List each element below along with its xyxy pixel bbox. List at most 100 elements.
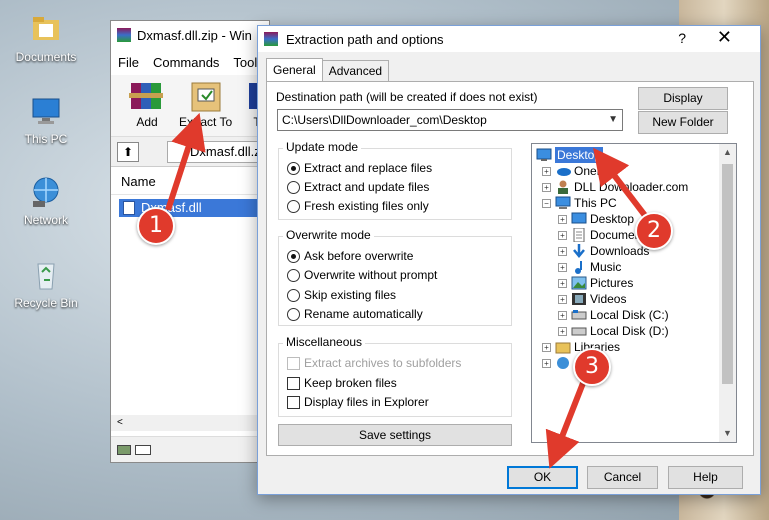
tree-item-downloads[interactable]: + Downloads: [558, 243, 649, 259]
archive-path-field[interactable]: Dxmasf.dll.z: [167, 141, 269, 163]
chevron-down-icon[interactable]: ▼: [608, 110, 618, 130]
radio-rename-automatically[interactable]: Rename automatically: [287, 306, 423, 322]
expand-icon[interactable]: +: [542, 166, 551, 176]
checkbox-display-explorer[interactable]: Display files in Explorer: [287, 394, 429, 410]
desktop-icon-documents[interactable]: Documents: [6, 12, 86, 64]
radio-ask-before[interactable]: Ask before overwrite: [287, 248, 413, 264]
desktop-icon: [571, 212, 587, 226]
tree-vertical-scrollbar[interactable]: ▲ ▼: [719, 144, 736, 442]
close-icon[interactable]: ✕: [717, 27, 732, 48]
save-settings-button[interactable]: Save settings: [278, 424, 512, 446]
scroll-thumb[interactable]: [722, 164, 733, 384]
help-icon[interactable]: ?: [678, 30, 686, 46]
radio-unselected[interactable]: [287, 180, 300, 194]
expand-icon[interactable]: +: [542, 182, 551, 192]
checkbox[interactable]: [287, 376, 300, 390]
expand-icon[interactable]: +: [558, 246, 567, 256]
tree-item-videos[interactable]: + Videos: [558, 291, 626, 307]
radio-overwrite-without-prompt[interactable]: Overwrite without prompt: [287, 267, 437, 283]
checkbox[interactable]: [287, 395, 300, 409]
scroll-up-icon[interactable]: ▲: [719, 144, 736, 161]
option-label: Extract and replace files: [304, 161, 433, 175]
folder-tree[interactable]: Desktop + OneD + DLL Downloader.com − Th…: [531, 143, 737, 443]
download-arrow-icon: [571, 244, 587, 258]
expand-icon[interactable]: +: [542, 358, 551, 368]
winrar-titlebar[interactable]: Dxmasf.dll.zip - Win: [111, 21, 269, 49]
tree-item-desktop-root[interactable]: Desktop: [536, 147, 604, 163]
radio-unselected[interactable]: [287, 199, 300, 213]
radio-unselected[interactable]: [287, 288, 300, 302]
tree-item-this-pc[interactable]: − This PC: [542, 195, 617, 211]
up-folder-button[interactable]: ⬆: [117, 142, 139, 162]
destination-path-combo[interactable]: C:\Users\DllDownloader_com\Desktop ▼: [277, 109, 623, 131]
expand-icon[interactable]: +: [558, 214, 567, 224]
expand-icon[interactable]: +: [558, 278, 567, 288]
extract-to-label: Extract To: [179, 115, 233, 129]
update-mode-title: Update mode: [283, 140, 362, 154]
hard-drive-icon: [571, 308, 587, 322]
horizontal-scrollbar[interactable]: <: [111, 415, 269, 431]
tree-item-music[interactable]: + Music: [558, 259, 621, 275]
column-header-name[interactable]: Name: [111, 169, 269, 195]
tree-item-desktop[interactable]: + Desktop: [558, 211, 634, 227]
expand-icon[interactable]: +: [558, 262, 567, 272]
ok-button[interactable]: OK: [507, 466, 578, 489]
desktop-icon-this-pc[interactable]: This PC: [6, 94, 86, 146]
extract-folder-icon: [184, 79, 228, 113]
step-badge-2: 2: [635, 212, 673, 250]
menu-commands[interactable]: Commands: [146, 55, 226, 70]
user-icon: [555, 180, 571, 194]
radio-extract-update[interactable]: Extract and update files: [287, 179, 429, 195]
expand-icon[interactable]: +: [558, 310, 567, 320]
radio-selected[interactable]: [287, 161, 300, 175]
libraries-icon: [555, 340, 571, 354]
tab-general[interactable]: General: [266, 58, 323, 82]
radio-skip-existing[interactable]: Skip existing files: [287, 287, 396, 303]
archive-books-icon: [125, 79, 169, 113]
checkbox-extract-subfolders: Extract archives to subfolders: [287, 355, 461, 371]
radio-extract-replace[interactable]: Extract and replace files: [287, 160, 432, 176]
dialog-titlebar[interactable]: Extraction path and options ? ✕: [258, 26, 760, 52]
display-button[interactable]: Display: [638, 87, 728, 110]
add-button[interactable]: Add: [125, 79, 169, 129]
tree-label: Music: [590, 260, 622, 274]
winrar-window: Dxmasf.dll.zip - Win File Commands Tools…: [110, 20, 270, 463]
winrar-app-icon: [264, 32, 278, 46]
option-label: Keep broken files: [304, 376, 397, 390]
scroll-left-arrow[interactable]: <: [117, 417, 123, 428]
help-button[interactable]: Help: [668, 466, 743, 489]
desktop-icon-network[interactable]: Network: [6, 175, 86, 227]
tree-item-onedrive[interactable]: + OneD: [542, 163, 605, 179]
tab-advanced[interactable]: Advanced: [321, 60, 390, 82]
expand-icon[interactable]: +: [558, 230, 567, 240]
radio-selected[interactable]: [287, 249, 300, 263]
option-label: Overwrite without prompt: [304, 268, 438, 282]
desktop-icon-recycle-bin[interactable]: Recycle Bin: [6, 258, 86, 310]
tree-item-local-disk-d[interactable]: + Local Disk (D:): [558, 323, 669, 339]
extract-to-button[interactable]: Extract To: [179, 79, 232, 129]
tree-item-user[interactable]: + DLL Downloader.com: [542, 179, 688, 195]
tree-item-pictures[interactable]: + Pictures: [558, 275, 633, 291]
cancel-button[interactable]: Cancel: [587, 466, 658, 489]
dialog-tabs: General Advanced: [266, 58, 390, 82]
expand-icon[interactable]: +: [558, 294, 567, 304]
radio-unselected[interactable]: [287, 268, 300, 282]
tree-label: OneD: [574, 164, 606, 178]
tree-item-local-disk-c[interactable]: + Local Disk (C:): [558, 307, 669, 323]
overwrite-mode-group: Overwrite mode Ask before overwrite Over…: [278, 228, 512, 326]
expand-icon[interactable]: +: [558, 326, 567, 336]
menu-file[interactable]: File: [111, 55, 146, 70]
miscellaneous-title: Miscellaneous: [283, 335, 366, 349]
winrar-menubar: File Commands Tools: [111, 49, 269, 75]
radio-unselected[interactable]: [287, 307, 300, 321]
expand-icon[interactable]: +: [542, 342, 551, 352]
checkbox-keep-broken[interactable]: Keep broken files: [287, 375, 397, 391]
overwrite-mode-title: Overwrite mode: [283, 228, 374, 242]
winrar-app-icon: [117, 28, 131, 42]
scroll-down-icon[interactable]: ▼: [719, 425, 736, 442]
collapse-icon[interactable]: −: [542, 198, 551, 208]
documents-icon: [571, 227, 587, 243]
archive-path: Dxmasf.dll.z: [190, 144, 261, 159]
new-folder-button[interactable]: New Folder: [638, 111, 728, 134]
radio-fresh-existing[interactable]: Fresh existing files only: [287, 198, 429, 214]
